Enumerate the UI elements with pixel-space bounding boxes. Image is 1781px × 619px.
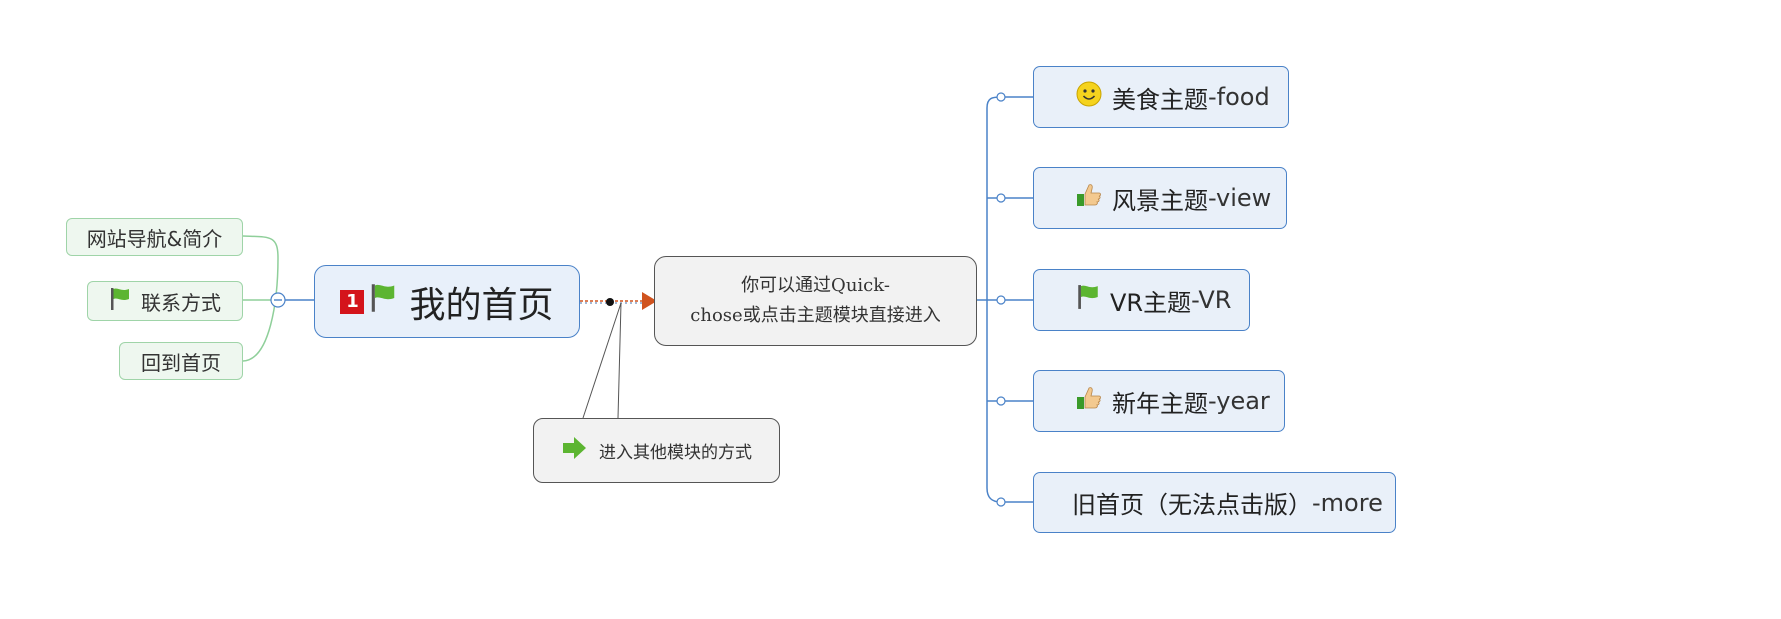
thumbs-up-icon xyxy=(1076,385,1102,417)
other-modules-note[interactable]: 进入其他模块的方式 xyxy=(533,418,780,483)
topic-suffix: -VR xyxy=(1191,286,1232,314)
topic-vr[interactable]: VR主题 -VR xyxy=(1033,269,1250,331)
topic-food[interactable]: 美食主题 -food xyxy=(1033,66,1289,128)
callout-line-2: chose或点击主题模块直接进入 xyxy=(690,305,941,326)
green-arrow-right-icon xyxy=(561,436,587,465)
right-branch-dots xyxy=(996,92,1006,507)
priority-1-icon: 1 xyxy=(340,289,365,314)
topic-suffix: -view xyxy=(1208,184,1272,212)
left-node-label: 联系方式 xyxy=(141,290,221,315)
left-node-contact[interactable]: 联系方式 xyxy=(87,281,243,321)
relationship-anchor xyxy=(606,298,614,306)
left-node-label: 网站导航&简介 xyxy=(86,226,223,251)
topic-label: 旧首页（无法点击版） xyxy=(1072,491,1312,519)
topic-label: 新年主题 xyxy=(1112,389,1208,418)
green-flag-icon xyxy=(109,287,131,316)
smiley-icon xyxy=(1076,81,1102,113)
central-topic[interactable]: 1 我的首页 xyxy=(314,265,580,338)
left-node-label: 回到首页 xyxy=(141,350,221,375)
topic-year[interactable]: 新年主题 -year xyxy=(1033,370,1285,432)
note-label: 进入其他模块的方式 xyxy=(599,443,752,463)
central-topic-label: 我的首页 xyxy=(409,284,554,326)
topic-suffix: -food xyxy=(1208,83,1270,111)
topic-more[interactable]: 旧首页（无法点击版） -more xyxy=(1033,472,1396,533)
left-node-nav-intro[interactable]: 网站导航&简介 xyxy=(66,218,243,256)
quickchose-callout[interactable]: 你可以通过Quick- chose或点击主题模块直接进入 xyxy=(654,256,977,346)
topic-label: 风景主题 xyxy=(1112,186,1208,215)
topic-label: 美食主题 xyxy=(1112,85,1208,114)
callout-line-1: 你可以通过Quick- xyxy=(741,275,890,296)
topic-suffix: -year xyxy=(1208,387,1270,415)
topic-view[interactable]: 风景主题 -view xyxy=(1033,167,1287,229)
topic-suffix: -more xyxy=(1312,488,1383,517)
green-flag-icon xyxy=(369,281,397,322)
green-flag-icon xyxy=(1076,284,1100,316)
topic-label: VR主题 xyxy=(1110,288,1192,317)
thumbs-up-icon xyxy=(1076,182,1102,214)
left-node-home[interactable]: 回到首页 xyxy=(119,342,243,380)
note-pointer xyxy=(582,302,622,419)
